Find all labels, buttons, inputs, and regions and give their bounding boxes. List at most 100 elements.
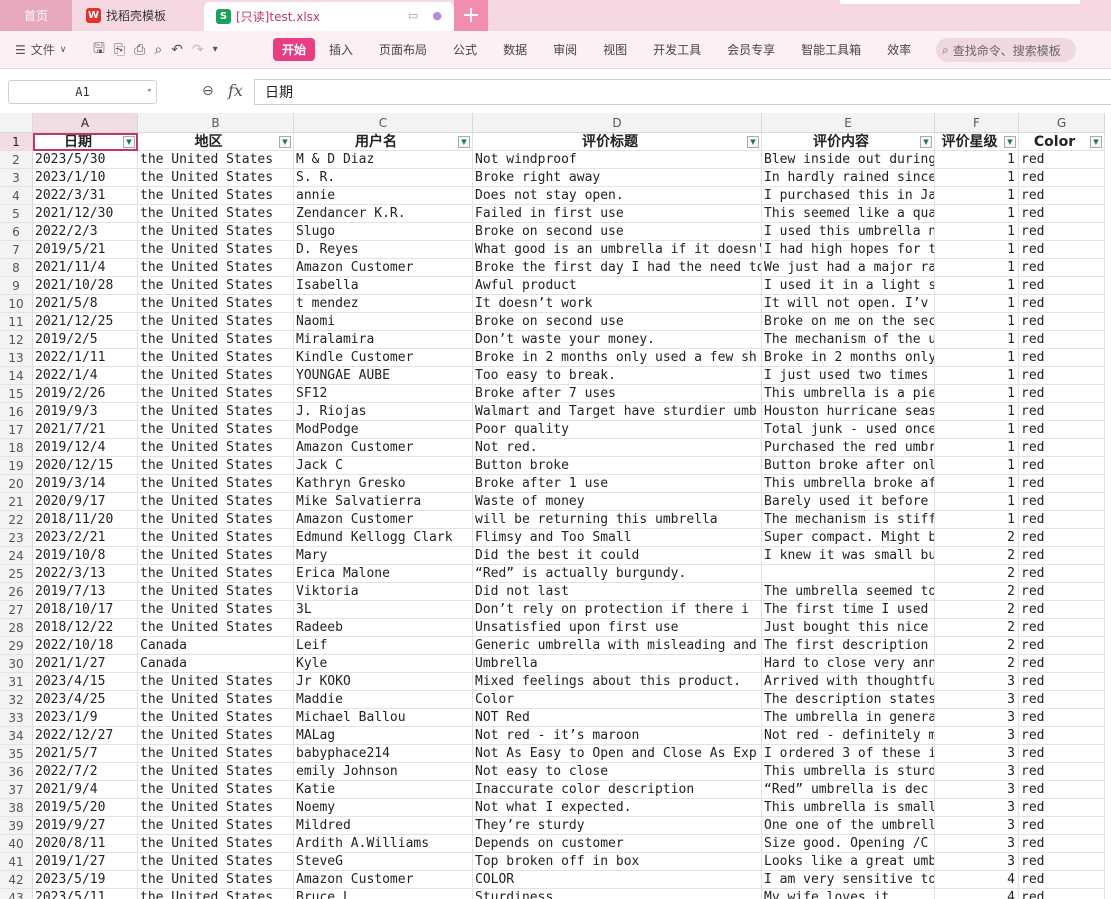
name-box[interactable]: A1 ▾ [8,80,157,104]
table-cell[interactable]: 3 [935,853,1019,871]
table-cell[interactable]: 3 [935,835,1019,853]
table-cell[interactable]: Waste of money [473,493,762,511]
table-cell[interactable]: 1 [935,151,1019,169]
table-cell[interactable]: the United States [138,709,294,727]
table-cell[interactable]: I knew it was small bu [762,547,935,565]
table-cell[interactable]: 2021/12/25 [33,313,138,331]
table-cell[interactable]: red [1019,817,1105,835]
table-cell[interactable]: ModPodge [294,421,473,439]
table-cell[interactable]: the United States [138,727,294,745]
column-header-f[interactable]: F [935,113,1019,133]
table-cell[interactable]: the United States [138,457,294,475]
table-cell[interactable]: 2022/1/11 [33,349,138,367]
table-cell[interactable]: the United States [138,817,294,835]
table-cell[interactable]: 2018/12/22 [33,619,138,637]
table-cell[interactable]: red [1019,673,1105,691]
column-header-c[interactable]: C [294,113,473,133]
table-cell[interactable]: red [1019,853,1105,871]
table-cell[interactable]: 2020/12/15 [33,457,138,475]
table-cell[interactable]: Mixed feelings about this product. [473,673,762,691]
table-cell[interactable]: red [1019,151,1105,169]
tab-template[interactable]: W 找稻壳模板 [72,0,204,31]
table-cell[interactable]: Unsatisfied upon first use [473,619,762,637]
table-cell[interactable]: 2019/9/27 [33,817,138,835]
table-cell[interactable]: red [1019,511,1105,529]
table-cell[interactable]: 2023/4/25 [33,691,138,709]
table-cell[interactable]: In hardly rained since [762,169,935,187]
table-cell[interactable]: Zendancer K.R. [294,205,473,223]
file-menu[interactable]: ☰ 文件 ∨ [15,41,93,58]
table-cell[interactable]: 1 [935,457,1019,475]
table-cell[interactable]: 3 [935,745,1019,763]
table-cell[interactable]: 3 [935,691,1019,709]
table-cell[interactable]: Broke on second use [473,313,762,331]
table-cell[interactable]: NOT Red [473,709,762,727]
row-header[interactable]: 43 [0,889,33,899]
table-cell[interactable]: red [1019,799,1105,817]
tab-developer[interactable]: 开发工具 [653,41,701,58]
table-cell[interactable]: 2023/5/19 [33,871,138,889]
table-cell[interactable]: 2 [935,655,1019,673]
table-cell[interactable]: red [1019,565,1105,583]
zoom-icon[interactable]: ⊖ [202,83,214,99]
table-cell[interactable]: red [1019,187,1105,205]
table-cell[interactable]: 2021/10/28 [33,277,138,295]
tab-view[interactable]: 视图 [603,41,627,58]
table-cell[interactable]: Mike Salvatierra [294,493,473,511]
table-cell[interactable]: the United States [138,781,294,799]
table-cell[interactable]: 1 [935,169,1019,187]
table-cell[interactable]: the United States [138,439,294,457]
print-icon[interactable]: ⎙ [134,42,145,58]
table-cell[interactable]: 2018/10/17 [33,601,138,619]
table-cell[interactable]: t mendez [294,295,473,313]
table-cell[interactable]: Leif [294,637,473,655]
table-cell[interactable]: Hard to close very ann [762,655,935,673]
table-cell[interactable]: 2019/7/13 [33,583,138,601]
table-cell[interactable]: “Red” umbrella is dec [762,781,935,799]
row-header[interactable]: 4 [0,187,33,205]
table-cell[interactable]: red [1019,709,1105,727]
table-cell[interactable]: red [1019,259,1105,277]
table-cell[interactable]: The mechanism is stiff [762,511,935,529]
table-cell[interactable]: Super compact. Might b [762,529,935,547]
table-cell[interactable]: red [1019,781,1105,799]
table-cell[interactable]: 1 [935,313,1019,331]
table-cell[interactable]: 4 [935,889,1019,899]
row-header[interactable]: 11 [0,313,33,331]
table-cell[interactable]: Bruce L [294,889,473,899]
table-cell[interactable]: 2021/12/30 [33,205,138,223]
table-cell[interactable]: red [1019,619,1105,637]
row-header[interactable]: 9 [0,277,33,295]
filter-dropdown-icon[interactable]: ▼ [1090,136,1102,148]
table-cell[interactable]: the United States [138,871,294,889]
header-cell[interactable]: 评价内容 ▼ [762,133,935,151]
table-cell[interactable]: “Red” is actually burgundy. [473,565,762,583]
table-cell[interactable]: the United States [138,511,294,529]
table-cell[interactable]: red [1019,331,1105,349]
table-cell[interactable]: Broke the first day I had the need to [473,259,762,277]
table-cell[interactable]: Broke in 2 months only used a few sh [473,349,762,367]
table-cell[interactable]: Top broken off in box [473,853,762,871]
table-cell[interactable]: red [1019,691,1105,709]
table-cell[interactable]: 2020/9/17 [33,493,138,511]
table-cell[interactable]: The umbrella seemed to [762,583,935,601]
table-cell[interactable]: the United States [138,367,294,385]
table-cell[interactable]: Poor quality [473,421,762,439]
table-cell[interactable]: Did not last [473,583,762,601]
table-cell[interactable]: the United States [138,187,294,205]
table-cell[interactable]: My wife loves it [762,889,935,899]
table-cell[interactable]: Looks like a great umb [762,853,935,871]
table-cell[interactable]: the United States [138,583,294,601]
table-cell[interactable] [762,565,935,583]
table-cell[interactable]: 2019/1/27 [33,853,138,871]
table-cell[interactable]: emily Johnson [294,763,473,781]
table-cell[interactable]: Not what I expected. [473,799,762,817]
table-cell[interactable]: Not easy to close [473,763,762,781]
table-cell[interactable]: the United States [138,799,294,817]
table-cell[interactable]: Michael Ballou [294,709,473,727]
table-cell[interactable]: This umbrella is a pie [762,385,935,403]
table-cell[interactable]: the United States [138,151,294,169]
row-header[interactable]: 30 [0,655,33,673]
table-cell[interactable]: 1 [935,295,1019,313]
table-cell[interactable]: Barely used it before [762,493,935,511]
